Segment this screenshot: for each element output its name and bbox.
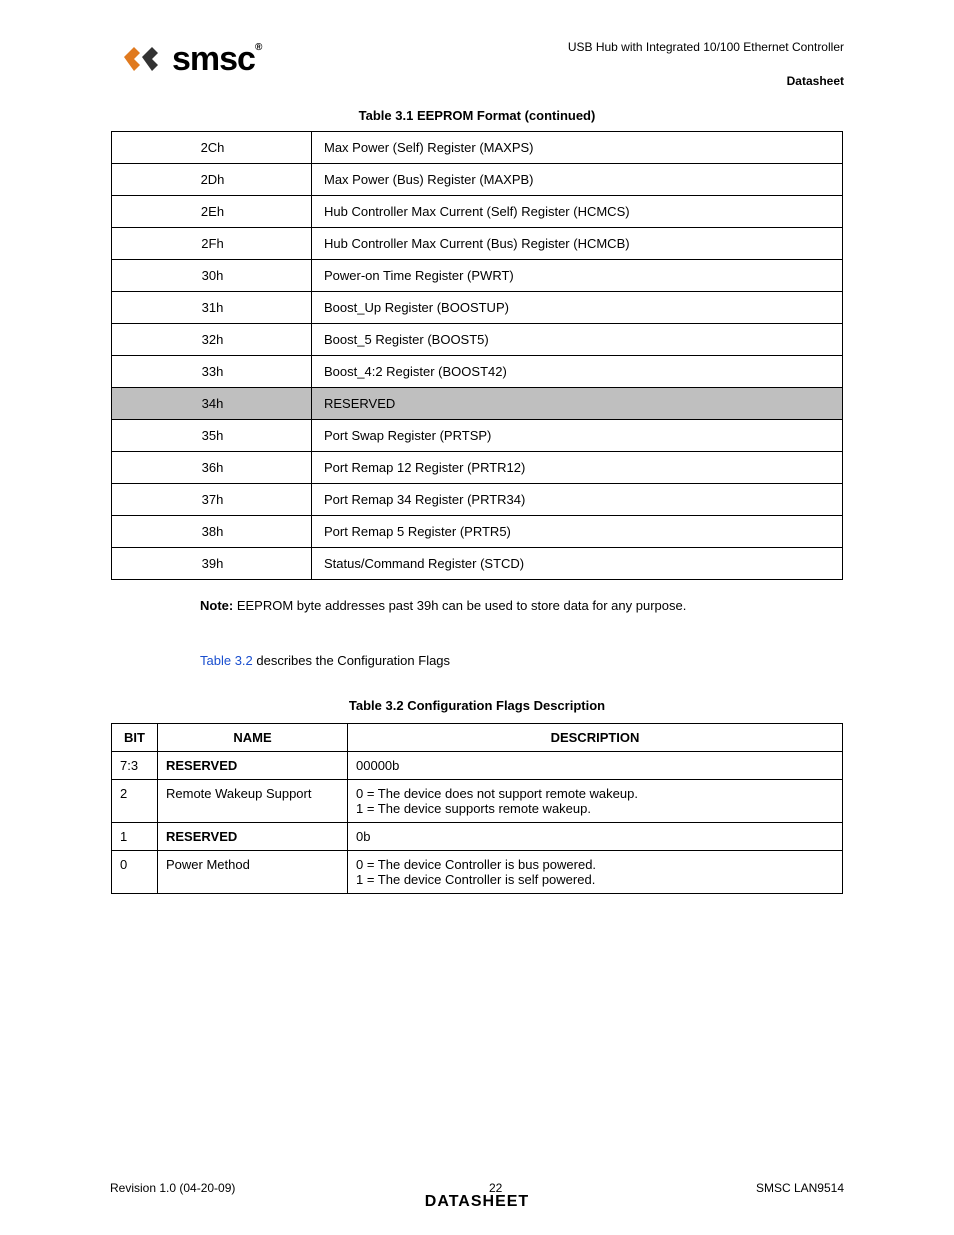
col-header-bit: BIT — [112, 724, 158, 752]
cell-description: Port Remap 12 Register (PRTR12) — [312, 452, 843, 484]
cell-address: 31h — [112, 292, 312, 324]
col-header-desc: DESCRIPTION — [348, 724, 843, 752]
cell-description: Hub Controller Max Current (Self) Regist… — [312, 196, 843, 228]
table-row: 39hStatus/Command Register (STCD) — [112, 548, 843, 580]
table-eeprom-format: 2ChMax Power (Self) Register (MAXPS)2DhM… — [111, 131, 843, 580]
table-3-1-title: Table 3.1 EEPROM Format (continued) — [0, 108, 954, 123]
cell-address: 37h — [112, 484, 312, 516]
logo: smsc® — [120, 40, 261, 79]
cell-address: 33h — [112, 356, 312, 388]
table-row: 33hBoost_4:2 Register (BOOST42) — [112, 356, 843, 388]
cell-description: 00000b — [348, 752, 843, 780]
cell-address: 2Dh — [112, 164, 312, 196]
header-right: USB Hub with Integrated 10/100 Ethernet … — [568, 40, 844, 88]
logo-text: smsc® — [172, 40, 261, 79]
table-row: 35hPort Swap Register (PRTSP) — [112, 420, 843, 452]
col-header-name: NAME — [158, 724, 348, 752]
cell-bit: 0 — [112, 851, 158, 894]
cell-address: 2Eh — [112, 196, 312, 228]
page-header: smsc® USB Hub with Integrated 10/100 Eth… — [0, 40, 954, 88]
cell-name: Remote Wakeup Support — [158, 780, 348, 823]
datasheet-label: Datasheet — [568, 74, 844, 88]
table-row: 2Remote Wakeup Support0 = The device doe… — [112, 780, 843, 823]
cell-description: RESERVED — [312, 388, 843, 420]
cell-address: 30h — [112, 260, 312, 292]
cell-address: 35h — [112, 420, 312, 452]
table-header-row: BIT NAME DESCRIPTION — [112, 724, 843, 752]
cell-address: 2Ch — [112, 132, 312, 164]
product-title: USB Hub with Integrated 10/100 Ethernet … — [568, 40, 844, 54]
table-row: 32hBoost_5 Register (BOOST5) — [112, 324, 843, 356]
cell-description: 0 = The device Controller is bus powered… — [348, 851, 843, 894]
cell-description: Max Power (Bus) Register (MAXPB) — [312, 164, 843, 196]
table-row: 34hRESERVED — [112, 388, 843, 420]
table-row: 2DhMax Power (Bus) Register (MAXPB) — [112, 164, 843, 196]
table-row: 30hPower-on Time Register (PWRT) — [112, 260, 843, 292]
cell-description: Max Power (Self) Register (MAXPS) — [312, 132, 843, 164]
cell-bit: 2 — [112, 780, 158, 823]
footer-revision: Revision 1.0 (04-20-09) — [110, 1181, 235, 1195]
cell-description: Hub Controller Max Current (Bus) Registe… — [312, 228, 843, 260]
cell-bit: 7:3 — [112, 752, 158, 780]
cell-description: 0b — [348, 823, 843, 851]
table-row: 2FhHub Controller Max Current (Bus) Regi… — [112, 228, 843, 260]
table-row: 0Power Method0 = The device Controller i… — [112, 851, 843, 894]
cell-address: 32h — [112, 324, 312, 356]
cell-description: Port Remap 34 Register (PRTR34) — [312, 484, 843, 516]
note-text: EEPROM byte addresses past 39h can be us… — [237, 598, 686, 613]
table-config-flags: BIT NAME DESCRIPTION 7:3RESERVED00000b2R… — [111, 723, 843, 894]
cell-description: Boost_Up Register (BOOSTUP) — [312, 292, 843, 324]
cell-address: 36h — [112, 452, 312, 484]
cell-description: Boost_5 Register (BOOST5) — [312, 324, 843, 356]
table-row: 7:3RESERVED00000b — [112, 752, 843, 780]
logo-registered: ® — [255, 42, 261, 53]
cell-name: Power Method — [158, 851, 348, 894]
cell-address: 39h — [112, 548, 312, 580]
cell-description: Port Swap Register (PRTSP) — [312, 420, 843, 452]
table-row: 1RESERVED0b — [112, 823, 843, 851]
table-row: 31hBoost_Up Register (BOOSTUP) — [112, 292, 843, 324]
page-footer: Revision 1.0 (04-20-09) 22 SMSC LAN9514 … — [0, 1181, 954, 1211]
cross-reference-text: describes the Configuration Flags — [253, 653, 450, 668]
logo-icon — [120, 40, 168, 79]
footer-product: SMSC LAN9514 — [756, 1181, 844, 1195]
cell-description: Status/Command Register (STCD) — [312, 548, 843, 580]
cell-address: 2Fh — [112, 228, 312, 260]
page: smsc® USB Hub with Integrated 10/100 Eth… — [0, 0, 954, 1235]
note-label: Note: — [200, 598, 233, 613]
cell-address: 34h — [112, 388, 312, 420]
cell-name: RESERVED — [158, 752, 348, 780]
cell-description: Boost_4:2 Register (BOOST42) — [312, 356, 843, 388]
table-row: 38hPort Remap 5 Register (PRTR5) — [112, 516, 843, 548]
cell-description: 0 = The device does not support remote w… — [348, 780, 843, 823]
table-row: 37hPort Remap 34 Register (PRTR34) — [112, 484, 843, 516]
table-3-2-link[interactable]: Table 3.2 — [200, 653, 253, 668]
note-block: Note: EEPROM byte addresses past 39h can… — [200, 598, 844, 613]
cross-reference: Table 3.2 describes the Configuration Fl… — [200, 653, 844, 668]
cell-bit: 1 — [112, 823, 158, 851]
footer-datasheet: DATASHEET — [110, 1193, 844, 1211]
table-row: 2EhHub Controller Max Current (Self) Reg… — [112, 196, 843, 228]
cell-name: RESERVED — [158, 823, 348, 851]
cell-description: Port Remap 5 Register (PRTR5) — [312, 516, 843, 548]
cell-description: Power-on Time Register (PWRT) — [312, 260, 843, 292]
table-row: 36hPort Remap 12 Register (PRTR12) — [112, 452, 843, 484]
table-3-2-title: Table 3.2 Configuration Flags Descriptio… — [0, 698, 954, 713]
table-row: 2ChMax Power (Self) Register (MAXPS) — [112, 132, 843, 164]
cell-address: 38h — [112, 516, 312, 548]
